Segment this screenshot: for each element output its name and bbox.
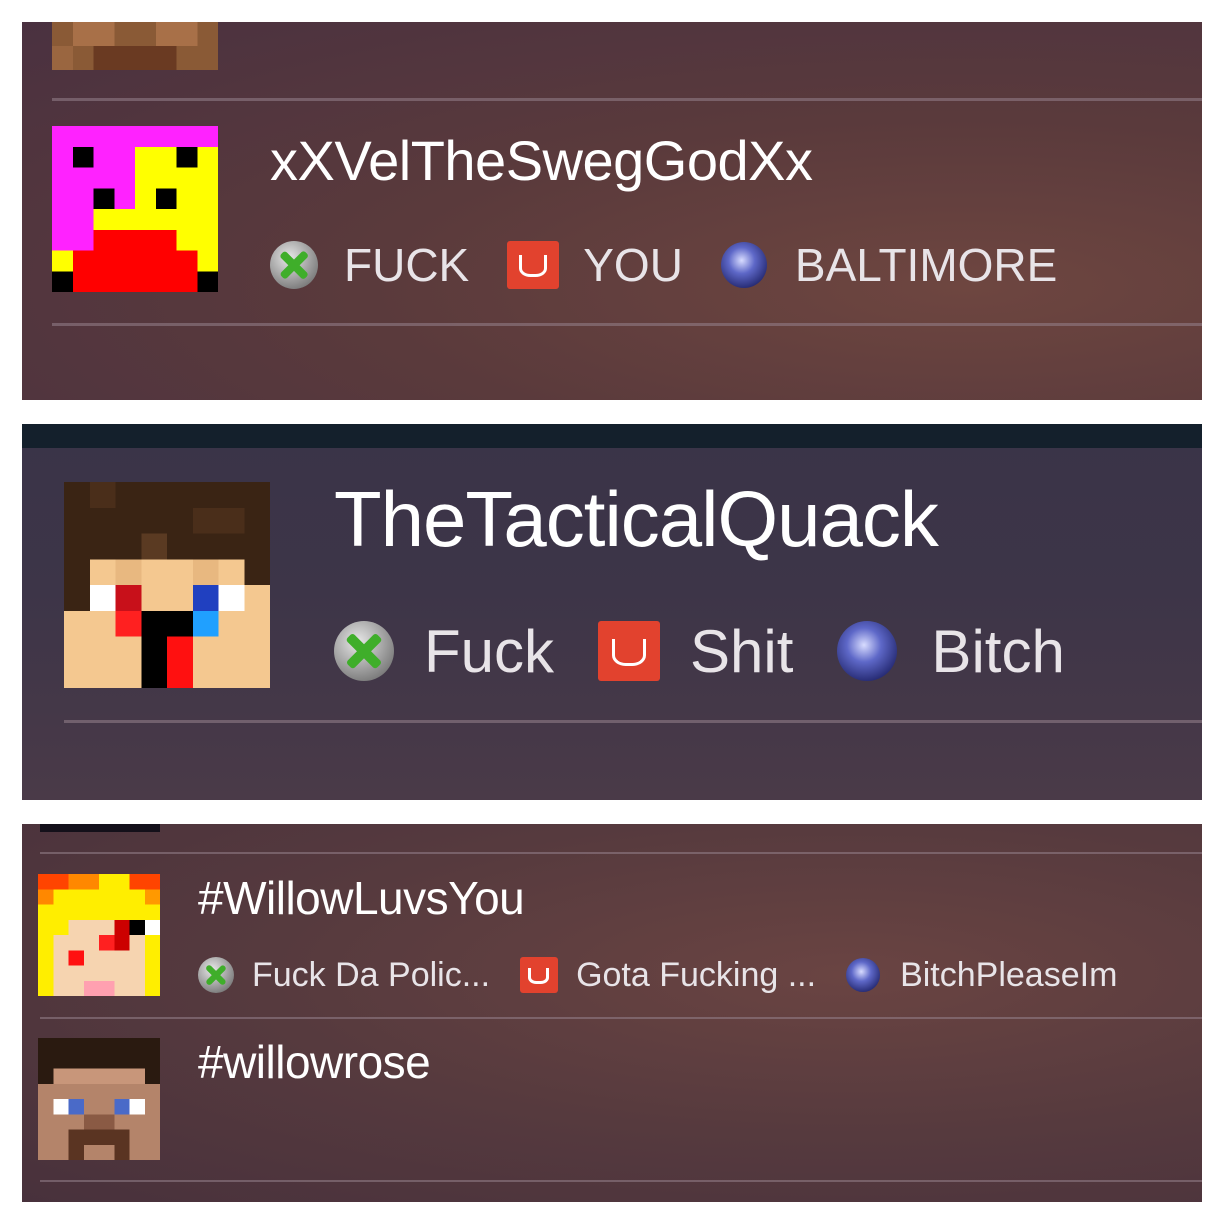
playstation-network-icon (837, 621, 898, 681)
psn-id: BitchPleaseIm (900, 955, 1118, 994)
partial-avatar-top (40, 824, 160, 832)
avatar[interactable] (38, 874, 160, 996)
avatar[interactable] (52, 126, 218, 292)
playstation-network-icon (846, 958, 881, 992)
psn-id: BALTIMORE (794, 239, 1058, 291)
username: xXVelTheSwegGodXx (270, 129, 813, 192)
origin-id: Shit (690, 617, 794, 685)
separator (64, 720, 1202, 723)
username: TheTacticalQuack (334, 475, 939, 563)
playstation-network-icon (720, 242, 767, 288)
platform-row: Fuck Shit Bitch (334, 616, 1065, 686)
origin-icon (507, 241, 560, 289)
avatar[interactable] (64, 482, 270, 688)
profile-panel-3: #WillowLuvsYou Fuck Da Polic... Gota Fuc… (22, 824, 1202, 1202)
profile-panel-1: xXVelTheSwegGodXx FUCK YOU BALTIMORE (22, 22, 1202, 400)
partial-avatar-top (52, 22, 218, 70)
profile-panel-2: TheTacticalQuack Fuck Shit Bitch (22, 424, 1202, 800)
separator (40, 852, 1202, 854)
username: #WillowLuvsYou (198, 872, 525, 924)
psn-id: Bitch (931, 617, 1065, 685)
xbox-gamertag: FUCK (344, 239, 470, 291)
avatar[interactable] (38, 1038, 160, 1160)
origin-id: YOU (583, 239, 683, 291)
platform-row: Fuck Da Polic... Gota Fucking ... BitchP… (198, 954, 1117, 996)
username: #willowrose (198, 1036, 431, 1088)
origin-id: Gota Fucking ... (576, 955, 817, 994)
platform-row: FUCK YOU BALTIMORE (270, 237, 1057, 293)
origin-icon (598, 621, 661, 681)
separator (40, 1180, 1202, 1182)
separator (40, 1017, 1202, 1019)
separator (52, 323, 1202, 326)
origin-icon (520, 957, 559, 993)
separator (52, 98, 1202, 101)
xbox-gamertag: Fuck (424, 617, 555, 685)
xbox-live-icon (270, 241, 318, 289)
xbox-live-icon (334, 621, 394, 681)
top-bar (22, 424, 1202, 448)
xbox-gamertag: Fuck Da Polic... (252, 955, 491, 994)
xbox-live-icon (198, 957, 234, 993)
